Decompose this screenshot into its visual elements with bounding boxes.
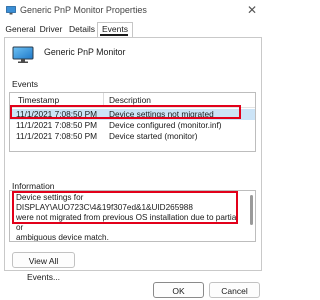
tab-driver[interactable]: Driver [36, 23, 66, 36]
column-header-timestamp[interactable]: Timestamp [18, 95, 59, 105]
row-description: Device started (monitor) [109, 131, 198, 141]
scrollbar-thumb[interactable] [250, 195, 253, 225]
information-scrollbar[interactable] [250, 193, 254, 237]
events-section-label: Events [12, 79, 38, 89]
title-bar: Generic PnP Monitor Properties ✕ [0, 0, 265, 22]
ok-button[interactable]: OK [153, 282, 204, 298]
cancel-button[interactable]: Cancel [209, 282, 260, 298]
row-timestamp: 11/1/2021 7:08:50 PM [16, 131, 98, 141]
events-table[interactable]: Timestamp Description 11/1/2021 7:08:50 … [9, 92, 256, 152]
monitor-icon [12, 46, 34, 63]
active-tab-indicator [100, 34, 128, 36]
column-header-description[interactable]: Description [109, 95, 151, 105]
monitor-icon [6, 6, 16, 15]
table-row[interactable]: 11/1/2021 7:08:50 PM Device configured (… [10, 120, 255, 131]
row-description: Device configured (monitor.inf) [109, 120, 222, 130]
tab-general[interactable]: General [5, 23, 36, 36]
window-title: Generic PnP Monitor Properties [20, 5, 147, 15]
tab-details[interactable]: Details [67, 23, 97, 36]
row-timestamp: 11/1/2021 7:08:50 PM [16, 120, 98, 130]
information-highlight [12, 191, 238, 224]
device-name: Generic PnP Monitor [44, 47, 126, 57]
table-row[interactable]: 11/1/2021 7:08:50 PM Device started (mon… [10, 131, 255, 142]
tab-bar: General Driver Details Events [5, 22, 260, 37]
close-icon[interactable]: ✕ [247, 3, 257, 17]
view-all-events-button[interactable]: View All Events... [12, 252, 75, 282]
selected-row-highlight [10, 105, 241, 119]
